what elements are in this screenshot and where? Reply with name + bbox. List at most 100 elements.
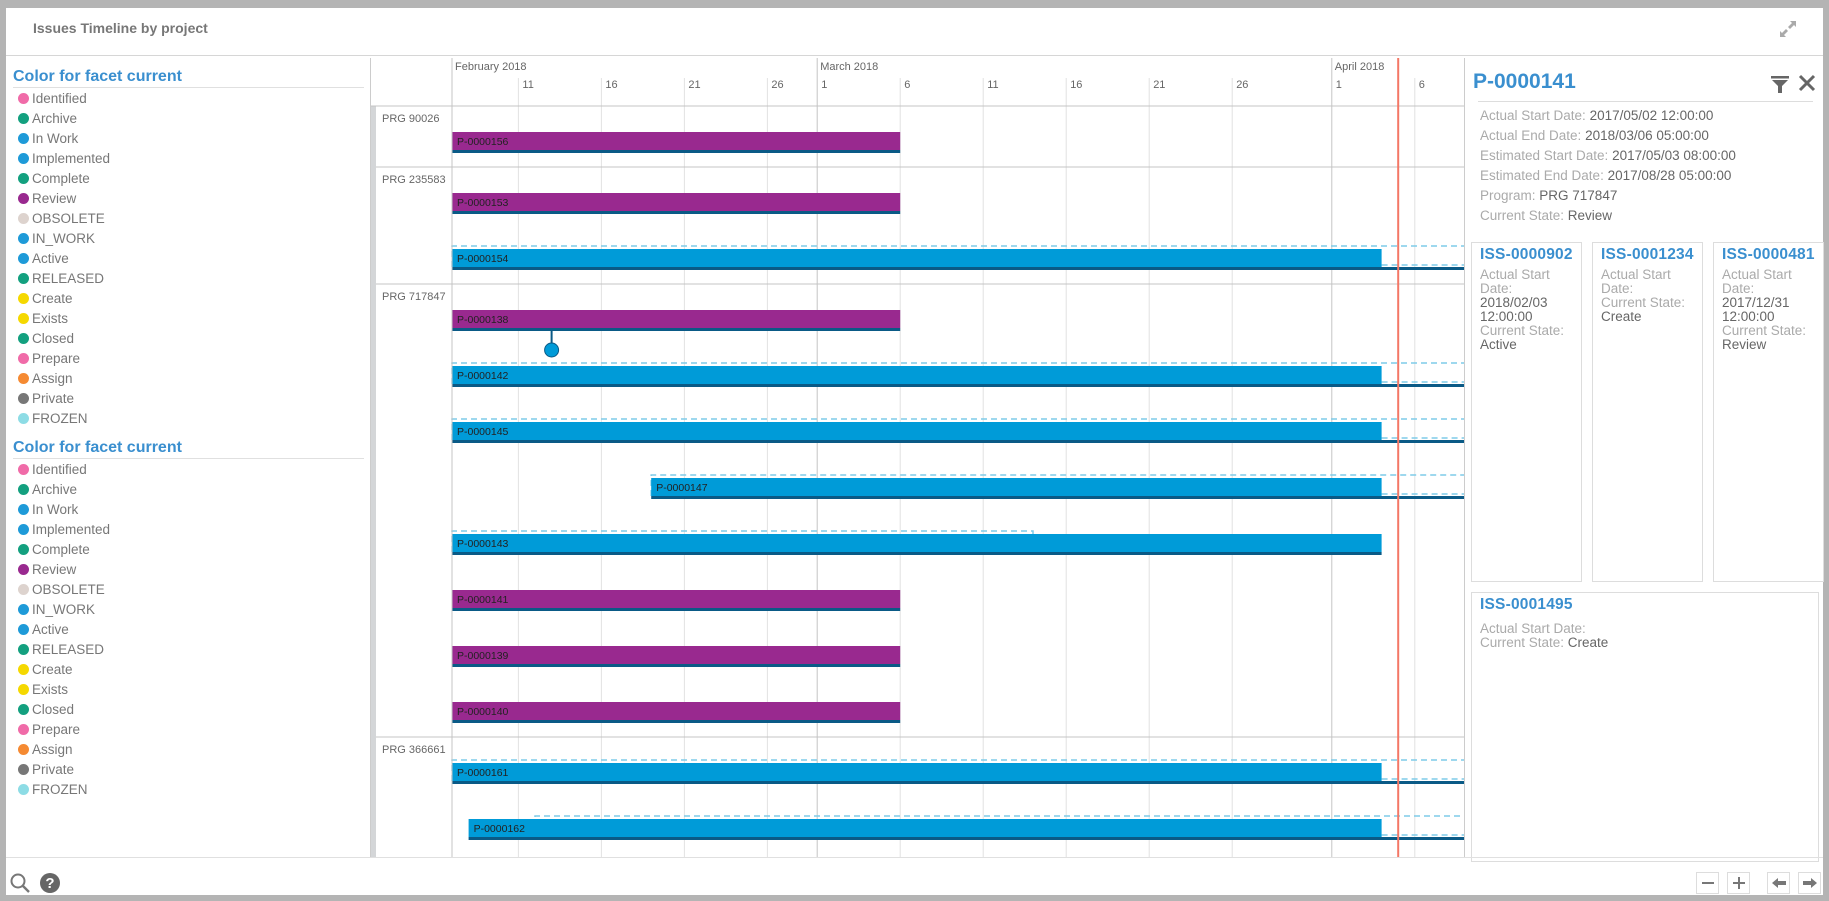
legend-item[interactable]: Closed [13,328,370,348]
legend-item[interactable]: Archive [13,479,370,499]
legend-item[interactable]: Exists [13,308,370,328]
zoom-out-button[interactable] [1696,872,1719,894]
legend-item[interactable]: Closed [13,699,370,719]
field-label: Current State: [1480,323,1565,338]
timeline-bar[interactable] [452,763,1382,781]
legend-section: Color for facet current Identified Archive… [6,57,370,428]
legend-item[interactable]: In Work [13,128,370,148]
tick-label: 16 [1070,79,1082,91]
legend-item[interactable]: OBSOLETE [13,208,370,228]
legend-label: Complete [32,541,90,557]
move-left-button[interactable] [1767,872,1790,894]
timeline-bar-baseline [452,552,1382,555]
expand-icon[interactable] [1777,18,1799,40]
color-dot-icon [18,563,29,575]
timeline-item[interactable]: P-0000147 [650,474,1464,499]
timeline-bar[interactable] [452,366,1382,384]
legend-item[interactable]: Create [13,288,370,308]
timeline-item[interactable]: P-0000139 [452,646,901,667]
timeline-bar[interactable] [468,819,1382,837]
legend-item[interactable]: Private [13,759,370,779]
legend-label: Active [32,621,69,637]
timeline-item[interactable]: P-0000138 [452,310,901,358]
legend-item[interactable]: IN_WORK [13,228,370,248]
timeline-item[interactable]: P-0000142 [451,362,1464,387]
timeline-item[interactable]: P-0000140 [452,702,901,723]
issue-card[interactable]: ISS-0000481 Actual Start Date: 2017/12/31 … [1713,242,1824,582]
issue-card[interactable]: ISS-0001234 Actual Start Date: Current Sta… [1592,242,1703,582]
legend-item[interactable]: RELEASED [13,268,370,288]
legend-item[interactable]: Review [13,188,370,208]
timeline-item[interactable]: P-0000153 [452,193,901,214]
legend-item[interactable]: Complete [13,168,370,188]
field-label: Actual End Date: [1480,128,1586,143]
legend-item[interactable]: Assign [13,739,370,759]
timeline-item[interactable]: P-0000141 [452,590,901,611]
issue-card[interactable]: ISS-0001495 Actual Start Date: Current S… [1471,592,1819,862]
legend-item[interactable]: Prepare [13,719,370,739]
timeline-item[interactable]: P-0000143 [451,530,1382,555]
legend-item[interactable]: Review [13,559,370,579]
issue-card[interactable]: ISS-0000902 Actual Start Date: 2018/02/03 … [1471,242,1582,582]
legend-item[interactable]: In Work [13,499,370,519]
zoom-in-button[interactable] [1727,872,1750,894]
help-icon[interactable]: ? [39,872,61,894]
detail-field: Actual End Date: 2018/03/06 05:00:00 [1480,126,1736,146]
timeline-item[interactable]: P-0000156 [452,132,901,153]
field-label: Actual Start Date: [1722,267,1792,296]
issue-card-title[interactable]: ISS-0001234 [1601,247,1694,263]
timeline-bar[interactable] [452,193,901,211]
search-icon[interactable] [9,872,31,894]
timeline-bar[interactable] [452,646,901,664]
legend-item[interactable]: Identified [13,459,370,479]
legend-item[interactable]: Private [13,388,370,408]
legend-item[interactable]: Active [13,619,370,639]
legend-item[interactable]: Exists [13,679,370,699]
legend-item[interactable]: OBSOLETE [13,579,370,599]
timeline-bar[interactable] [452,534,1382,552]
legend-item[interactable]: Identified [13,88,370,108]
legend-label: Create [32,661,73,677]
color-dot-icon [18,112,29,124]
legend-label: In Work [32,501,79,517]
legend-item[interactable]: Archive [13,108,370,128]
timeline-bar[interactable] [452,422,1382,440]
legend-heading: Color for facet current [13,428,364,459]
move-right-button[interactable] [1798,872,1821,894]
filter-icon[interactable] [1770,74,1790,94]
legend-item[interactable]: Complete [13,539,370,559]
bar-label: P-0000145 [457,426,509,438]
timeline-bar[interactable] [452,249,1382,267]
timeline-bar[interactable] [452,702,901,720]
legend-item[interactable]: Assign [13,368,370,388]
timeline-bar[interactable] [452,310,901,328]
milestone-marker[interactable] [544,342,560,358]
legend-label: Exists [32,310,69,326]
legend-item[interactable]: Prepare [13,348,370,368]
legend-item[interactable]: Implemented [13,148,370,168]
legend-item[interactable]: RELEASED [13,639,370,659]
issue-card-title[interactable]: ISS-0001495 [1480,597,1810,613]
legend-item[interactable]: IN_WORK [13,599,370,619]
field-label: Current State: [1601,295,1686,310]
timeline-item[interactable]: P-0000154 [451,245,1464,270]
legend-item[interactable]: FROZEN [13,408,370,428]
timeline-bar[interactable] [452,132,901,150]
timeline-item[interactable]: P-0000161 [451,759,1464,784]
timeline-bar[interactable] [651,478,1382,496]
timeline-chart[interactable]: 11 16 21 26 1 6 11 16 21 26 1 6 February 2018 March 2… [370,58,1465,858]
issue-card-title[interactable]: ISS-0000481 [1722,247,1815,263]
tick-label: 16 [605,79,617,91]
issue-card-title[interactable]: ISS-0000902 [1480,247,1573,263]
timeline-bar[interactable] [452,590,901,608]
close-icon[interactable] [1796,72,1818,94]
legend-item[interactable]: Implemented [13,519,370,539]
timeline-item[interactable]: P-0000145 [451,418,1464,443]
legend-item[interactable]: Active [13,248,370,268]
timeline-bar-baseline [452,267,1464,270]
color-dot-icon [18,763,29,775]
legend-item[interactable]: FROZEN [13,779,370,799]
bar-label: P-0000138 [457,314,509,326]
legend-item[interactable]: Create [13,659,370,679]
timeline-item[interactable]: P-0000162 [468,815,1464,840]
